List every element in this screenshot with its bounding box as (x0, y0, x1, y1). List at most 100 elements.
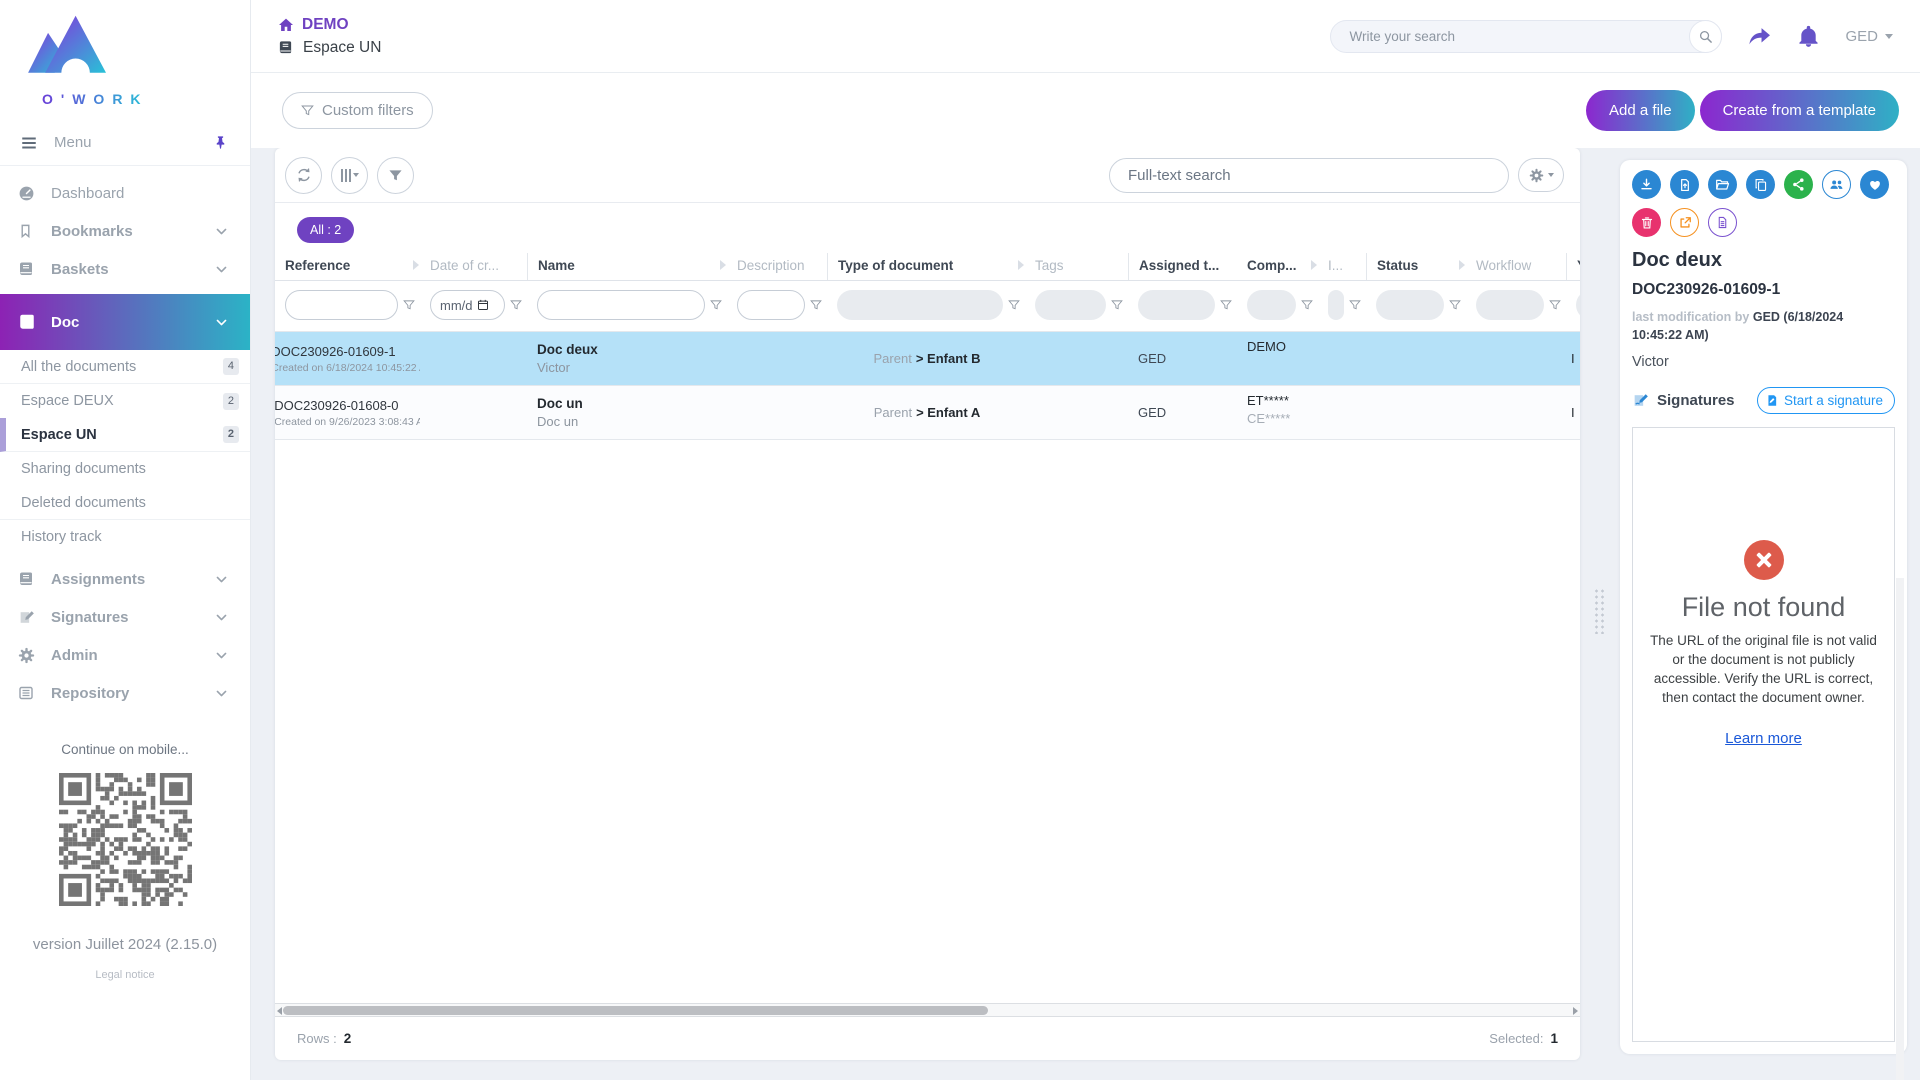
start-signature-button[interactable]: Start a signature (1757, 387, 1895, 414)
hamburger-icon[interactable] (20, 134, 38, 152)
sidebar-item-espace-deux[interactable]: Espace DEUX 2 (0, 384, 250, 418)
col-header-reference[interactable]: Reference (275, 253, 420, 280)
global-search-input[interactable] (1330, 20, 1722, 53)
download-button[interactable] (1632, 170, 1661, 199)
refresh-button[interactable] (285, 157, 322, 194)
repository-icon (18, 685, 36, 701)
sidebar-item-sharing-documents[interactable]: Sharing documents (0, 452, 250, 486)
scrollbar-thumb[interactable] (283, 1006, 988, 1015)
row-subtitle: Victor (537, 360, 719, 375)
scroll-right-arrow-icon[interactable] (1573, 1007, 1578, 1015)
user-menu-label: GED (1845, 28, 1878, 45)
create-from-template-button[interactable]: Create from a template (1700, 90, 1899, 131)
share-icon[interactable] (1747, 24, 1772, 49)
copy-button[interactable] (1746, 170, 1775, 199)
col-header-tags[interactable]: Tags (1025, 253, 1128, 280)
share-document-button[interactable] (1784, 170, 1813, 199)
col-header-i[interactable]: I... (1318, 253, 1366, 280)
col-header-workflow[interactable]: Workflow (1466, 253, 1566, 280)
col-header-type-of-document[interactable]: Type of document (827, 253, 1025, 280)
funnel-icon[interactable] (1549, 299, 1561, 311)
bookmarks-label: Bookmarks (51, 223, 133, 240)
content-area: All : 2 Reference Date of cr... Name Des… (251, 148, 1920, 1080)
calendar-icon (477, 299, 489, 311)
chevron-down-icon (215, 263, 228, 276)
deleted-documents-label: Deleted documents (21, 495, 146, 511)
horizontal-scrollbar[interactable] (275, 1003, 1580, 1017)
table-row[interactable]: DOC230926-01608-0Created on 9/26/2023 3:… (275, 386, 1580, 440)
caret-down-icon (353, 173, 359, 177)
sidebar-item-signatures[interactable]: Signatures (0, 598, 250, 636)
funnel-icon[interactable] (810, 299, 822, 311)
learn-more-link[interactable]: Learn more (1725, 730, 1802, 747)
open-external-button[interactable] (1670, 208, 1699, 237)
col-header-date-of-creation[interactable]: Date of cr... (420, 253, 527, 280)
funnel-icon[interactable] (710, 299, 722, 311)
rows-count: 2 (344, 1031, 352, 1046)
viewer-scrollbar[interactable] (1896, 578, 1904, 1080)
assign-users-button[interactable] (1822, 170, 1851, 199)
sidebar-item-bookmarks[interactable]: Bookmarks (0, 212, 250, 250)
book-icon (278, 40, 293, 55)
sidebar-item-dashboard[interactable]: Dashboard (0, 174, 250, 212)
all-count-badge[interactable]: All : 2 (297, 217, 354, 243)
funnel-icon[interactable] (1220, 299, 1232, 311)
delete-button[interactable] (1632, 208, 1661, 237)
upload-version-button[interactable] (1670, 170, 1699, 199)
breadcrumb-workspace[interactable]: DEMO (278, 16, 381, 34)
sidebar-item-repository[interactable]: Repository (0, 674, 250, 712)
filter-date-input[interactable]: mm/d (430, 290, 505, 320)
favorite-button[interactable] (1860, 170, 1889, 199)
filter-reference-input[interactable] (285, 290, 398, 320)
brand-wordmark: O'WORK (42, 90, 172, 108)
sidebar-item-all-documents[interactable]: All the documents 4 (0, 350, 250, 384)
sidebar-item-baskets[interactable]: Baskets (0, 250, 250, 288)
user-menu[interactable]: GED (1845, 28, 1893, 45)
filter-button[interactable] (377, 157, 414, 194)
sidebar-item-admin[interactable]: Admin (0, 636, 250, 674)
col-header-name[interactable]: Name (527, 253, 727, 280)
funnel-icon[interactable] (1008, 299, 1020, 311)
espace-un-label: Espace UN (21, 427, 97, 443)
pin-sidebar-icon[interactable] (213, 135, 228, 150)
resize-handle[interactable] (1594, 588, 1607, 634)
filter-description-input[interactable] (737, 290, 805, 320)
sidebar-item-espace-un[interactable]: Espace UN 2 (0, 418, 250, 452)
row-created: Created on 6/18/2024 10:45:22 AM (275, 362, 420, 374)
funnel-icon[interactable] (510, 299, 522, 311)
col-header-status[interactable]: Status (1366, 253, 1466, 280)
custom-filters-button[interactable]: Custom filters (282, 92, 433, 129)
funnel-icon[interactable] (1449, 299, 1461, 311)
sidebar: O'WORK Menu Dashboard Bookmarks Baskets (0, 0, 251, 1080)
file-text-icon (1716, 216, 1729, 229)
sidebar-item-history-track[interactable]: History track (0, 520, 250, 554)
sidebar-item-assignments[interactable]: Assignments (0, 560, 250, 598)
open-folder-button[interactable] (1708, 170, 1737, 199)
fulltext-search-input[interactable] (1109, 158, 1509, 193)
bell-icon[interactable] (1797, 25, 1820, 48)
legal-notice-link[interactable]: Legal notice (0, 969, 250, 981)
home-icon (278, 17, 294, 33)
scroll-left-arrow-icon[interactable] (277, 1007, 282, 1015)
count-badge: 4 (223, 358, 239, 375)
columns-button[interactable] (331, 157, 368, 194)
sidebar-item-deleted-documents[interactable]: Deleted documents (0, 486, 250, 520)
funnel-icon[interactable] (1349, 299, 1361, 311)
filter-company-disabled (1247, 290, 1296, 320)
document-properties-button[interactable] (1708, 208, 1737, 237)
search-icon[interactable] (1689, 20, 1722, 53)
table-row[interactable]: w DOC230926-01609-1Created on 6/18/2024 … (275, 332, 1580, 386)
filter-name-input[interactable] (537, 290, 705, 320)
col-header-assigned-to[interactable]: Assigned t... (1128, 253, 1237, 280)
main-column: DEMO Espace UN (251, 0, 1920, 1080)
sidebar-item-doc[interactable]: Doc (0, 294, 250, 350)
funnel-icon[interactable] (1111, 299, 1123, 311)
table-settings-button[interactable] (1518, 158, 1564, 192)
add-file-button[interactable]: Add a file (1586, 90, 1695, 131)
col-header-description[interactable]: Description (727, 253, 827, 280)
funnel-icon[interactable] (403, 299, 415, 311)
col-header-company[interactable]: Comp... (1237, 253, 1318, 280)
filter-tags-disabled (1035, 290, 1106, 320)
col-header-y[interactable]: Y... (1566, 253, 1580, 280)
funnel-icon[interactable] (1301, 299, 1313, 311)
